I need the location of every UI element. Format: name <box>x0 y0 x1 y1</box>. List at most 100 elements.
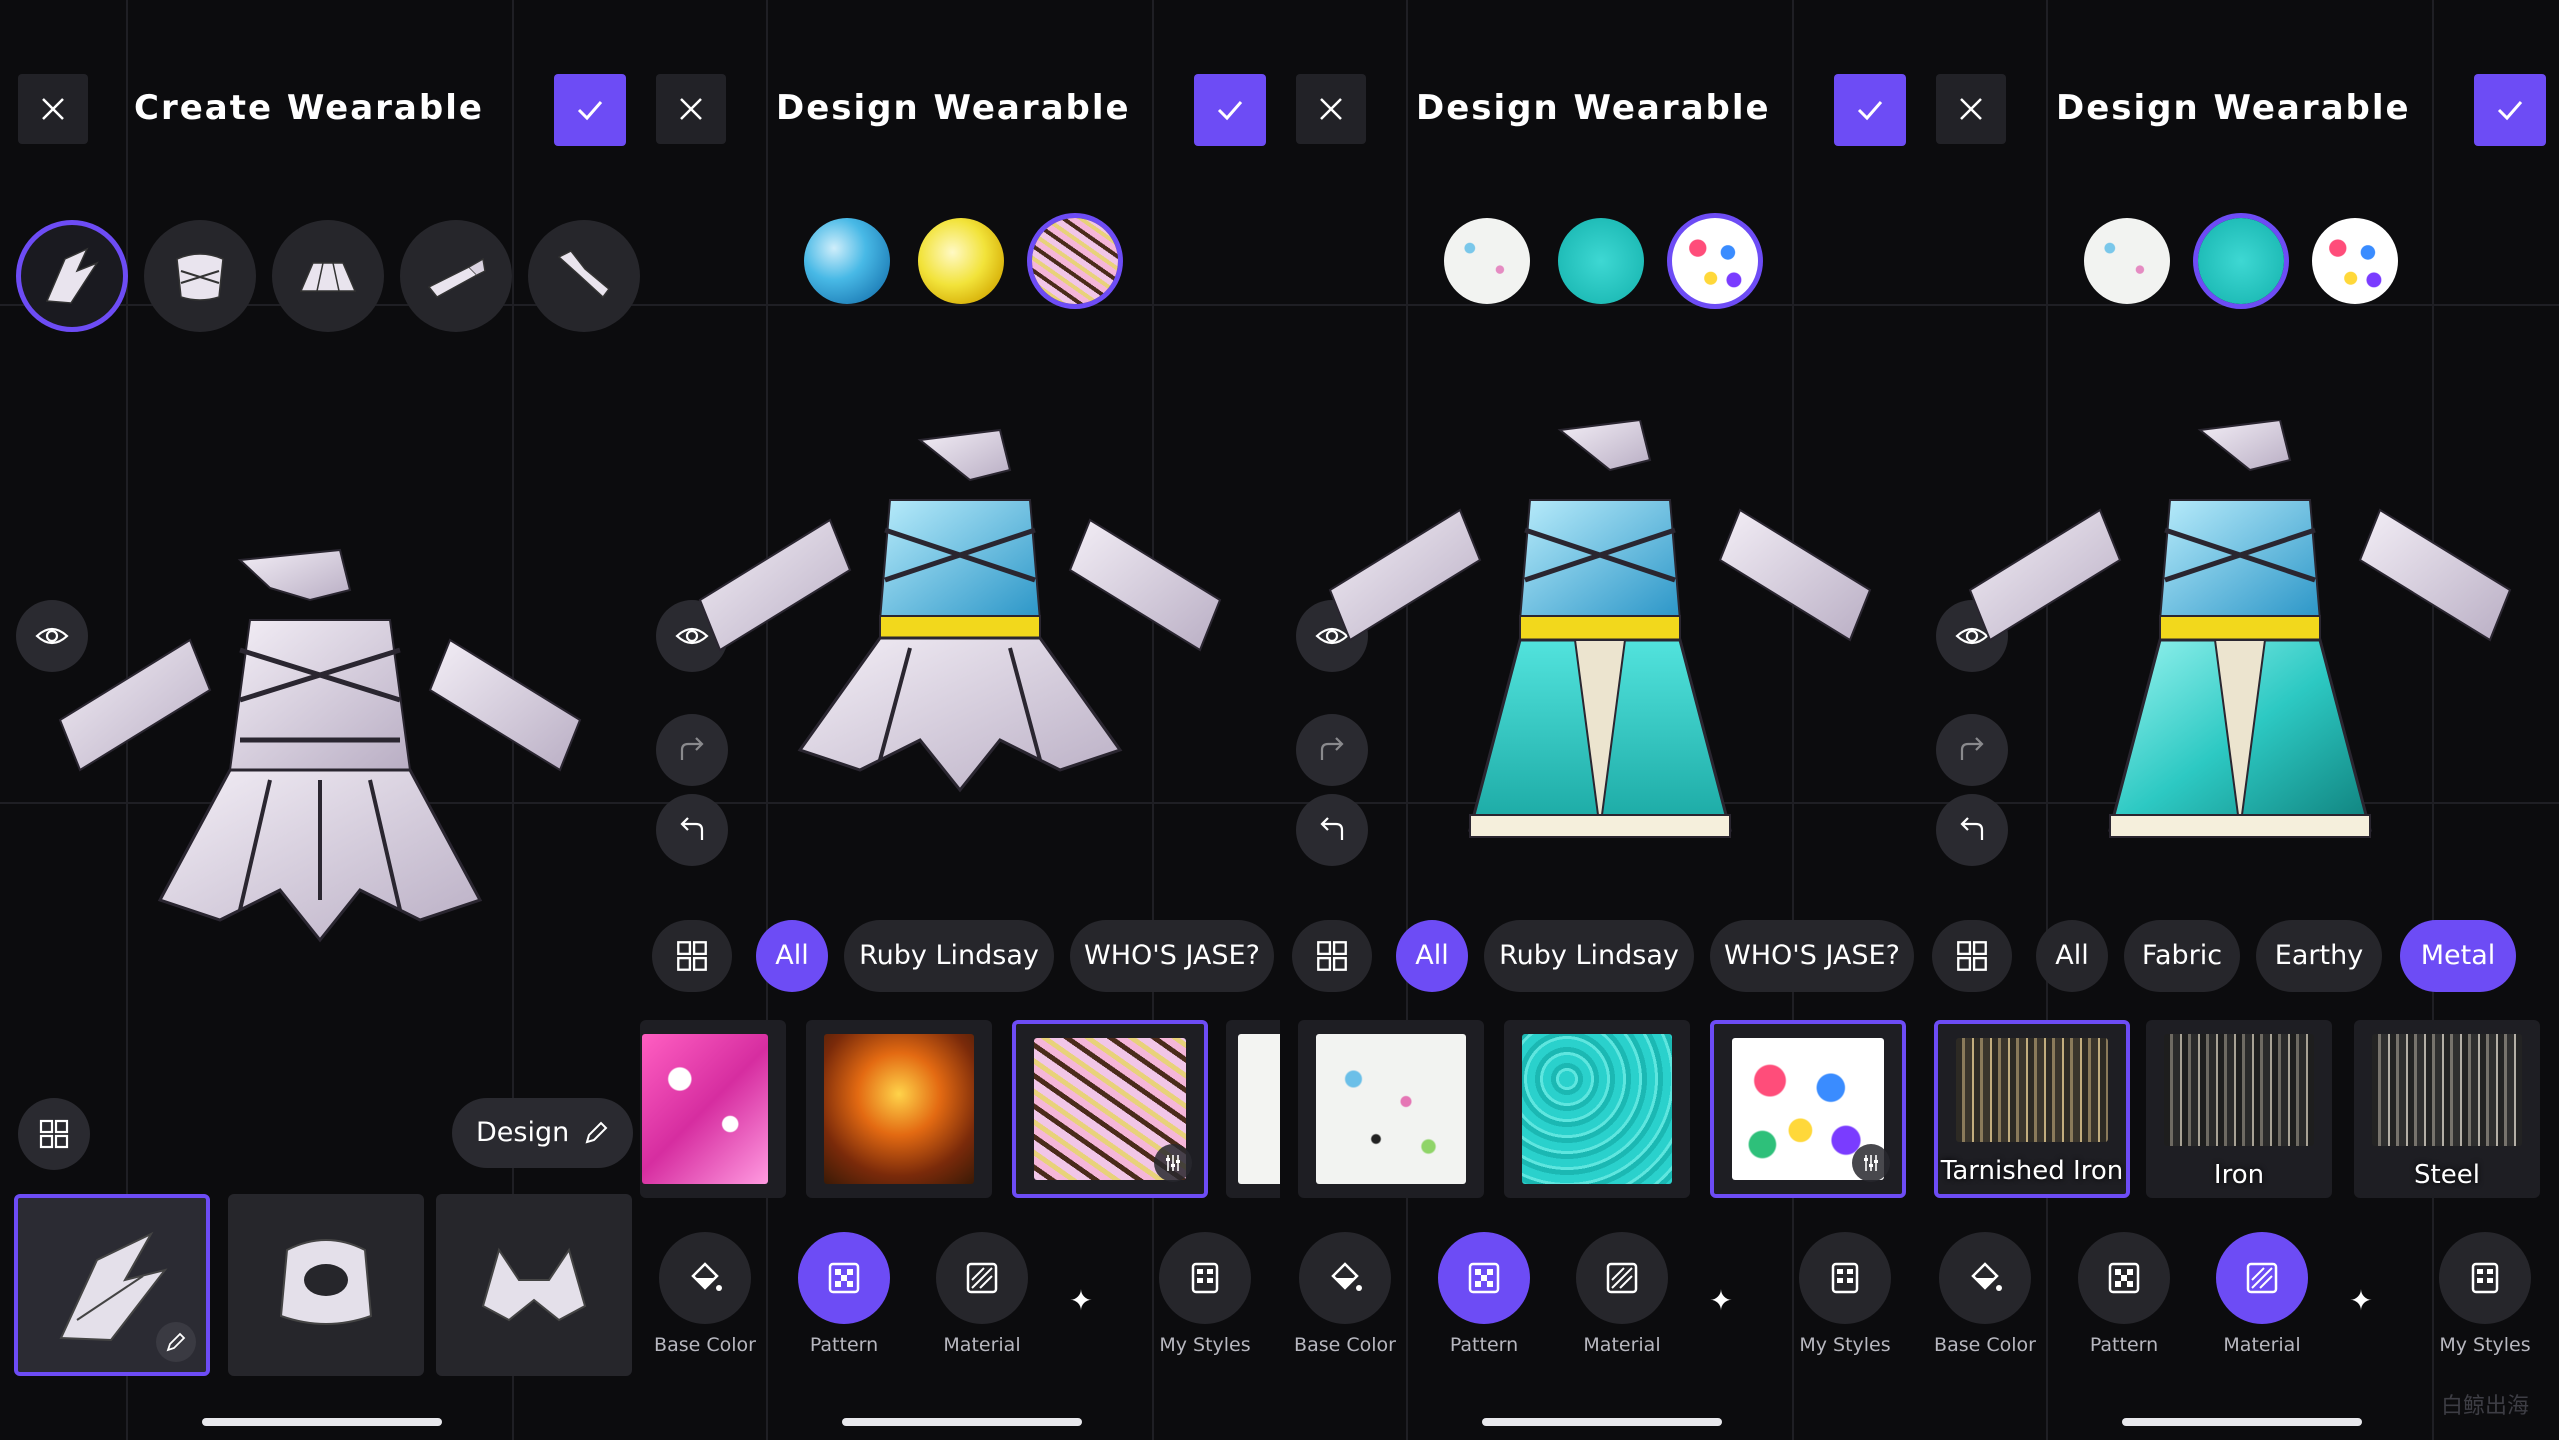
swatch-teal-leopard[interactable] <box>2198 218 2284 304</box>
mode-icon-wrap <box>2078 1232 2170 1324</box>
pattern-icon <box>828 1262 860 1294</box>
part-bodice[interactable] <box>228 1194 424 1376</box>
mode-my-styles[interactable]: My Styles <box>1785 1232 1905 1356</box>
chip-all[interactable]: All <box>1396 920 1468 992</box>
mode-label: Pattern <box>1449 1334 1519 1356</box>
confirm-button[interactable] <box>1834 74 1906 146</box>
mode-icon-wrap <box>2216 1232 2308 1324</box>
swatch-pink-tiger[interactable] <box>1032 218 1118 304</box>
pattern-thumb[interactable] <box>1298 1020 1484 1198</box>
piece-skirt[interactable] <box>272 220 384 332</box>
mode-label: My Styles <box>2439 1334 2531 1356</box>
bodice-part-icon <box>279 1239 373 1325</box>
pattern-thumb[interactable] <box>806 1020 992 1198</box>
mode-label: Base Color <box>1294 1334 1396 1356</box>
swatch-yellow-marble[interactable] <box>918 218 1004 304</box>
mode-my-styles[interactable]: My Styles <box>1145 1232 1265 1356</box>
material-icon <box>966 1262 998 1294</box>
material-label: Iron <box>2213 1160 2265 1190</box>
pattern-thumb[interactable] <box>640 1020 786 1198</box>
filter-grid-button[interactable] <box>652 920 732 992</box>
mode-base-color[interactable]: Base Color <box>645 1232 765 1356</box>
material-tarnished-iron[interactable]: Tarnished Iron <box>1934 1020 2130 1198</box>
pattern-thumb-selected[interactable] <box>1710 1020 1906 1198</box>
close-button[interactable] <box>18 74 88 144</box>
mode-pattern[interactable]: Pattern <box>784 1232 904 1356</box>
pattern-icon <box>1468 1262 1500 1294</box>
grid-icon <box>677 941 707 971</box>
adjust-pattern-button[interactable] <box>1154 1144 1192 1182</box>
page-title: Design Wearable <box>2056 88 2411 128</box>
grid-icon <box>1317 941 1347 971</box>
steel-swatch <box>2372 1034 2522 1146</box>
chip-ruby-lindsay[interactable]: Ruby Lindsay <box>1484 920 1694 992</box>
mode-my-styles[interactable]: My Styles <box>2425 1232 2545 1356</box>
sliders-icon <box>1864 1155 1878 1171</box>
chip-all[interactable]: All <box>2036 920 2108 992</box>
swatch-flower-print[interactable] <box>1672 218 1758 304</box>
adjust-pattern-button[interactable] <box>1852 1144 1890 1182</box>
part-dress[interactable] <box>14 1194 210 1376</box>
mode-material[interactable]: Material <box>922 1232 1042 1356</box>
design-wearable-panel-3: Design Wearable All Fabric Earthy Metal <box>1920 0 2559 1440</box>
piece-bow[interactable] <box>528 220 640 332</box>
swatch-blue-marble[interactable] <box>804 218 890 304</box>
material-label: Tarnished Iron <box>1940 1156 2124 1186</box>
styles-icon <box>1831 1262 1859 1294</box>
grid-icon <box>39 1119 69 1149</box>
mode-icon-wrap <box>798 1232 890 1324</box>
piece-full-dress[interactable] <box>16 220 128 332</box>
chip-earthy[interactable]: Earthy <box>2256 920 2382 992</box>
design-button[interactable]: Design <box>452 1098 634 1168</box>
sparkle-icon: ✦ <box>1709 1284 1733 1317</box>
paint-bucket-icon <box>1971 1262 2002 1291</box>
styles-icon <box>2471 1262 2499 1294</box>
edit-part-button[interactable] <box>156 1322 196 1362</box>
piece-bodice[interactable] <box>144 220 256 332</box>
pattern-thumb[interactable] <box>1226 1020 1280 1198</box>
chip-all[interactable]: All <box>756 920 828 992</box>
swatch-teal-leopard[interactable] <box>1558 218 1644 304</box>
chip-whos-jase[interactable]: WHO'S JASE? <box>1070 920 1274 992</box>
bow-piece-icon <box>557 250 611 299</box>
material-iron[interactable]: Iron <box>2146 1020 2332 1198</box>
paint-bucket-icon <box>691 1262 722 1291</box>
pattern-thumb[interactable] <box>1504 1020 1690 1198</box>
watermark: 白鲸出海 <box>2440 1394 2529 1419</box>
sparkle-icon: ✦ <box>1069 1284 1093 1317</box>
confirm-button[interactable] <box>554 74 626 146</box>
swatch-white-doodle[interactable] <box>2084 218 2170 304</box>
mode-label: My Styles <box>1159 1334 1251 1356</box>
close-button[interactable] <box>1296 74 1366 144</box>
design-wearable-panel-2: Design Wearable All Ruby Lindsay WHO'S J… <box>1280 0 1920 1440</box>
swatch-flower-print[interactable] <box>2312 218 2398 304</box>
mode-base-color[interactable]: Base Color <box>1925 1232 2045 1356</box>
material-steel[interactable]: Steel <box>2354 1020 2540 1198</box>
wearable-preview <box>1328 420 1872 838</box>
confirm-button[interactable] <box>1194 74 1266 146</box>
chip-metal[interactable]: Metal <box>2400 920 2516 992</box>
mode-pattern[interactable]: Pattern <box>2064 1232 2184 1356</box>
mode-material[interactable]: Material <box>2202 1232 2322 1356</box>
close-button[interactable] <box>1936 74 2006 144</box>
page-title: Design Wearable <box>776 88 1131 128</box>
chip-fabric[interactable]: Fabric <box>2124 920 2240 992</box>
design-wearable-panel-1: Design Wearable All Ruby Lindsay WHO'S J… <box>640 0 1280 1440</box>
mode-base-color[interactable]: Base Color <box>1285 1232 1405 1356</box>
pattern-thumb-selected[interactable] <box>1012 1020 1208 1198</box>
close-icon <box>1320 98 1342 120</box>
chip-ruby-lindsay[interactable]: Ruby Lindsay <box>844 920 1054 992</box>
mode-pattern[interactable]: Pattern <box>1424 1232 1544 1356</box>
mode-material[interactable]: Material <box>1562 1232 1682 1356</box>
grid-view-button[interactable] <box>18 1098 90 1170</box>
close-button[interactable] <box>656 74 726 144</box>
chip-whos-jase[interactable]: WHO'S JASE? <box>1710 920 1914 992</box>
part-straps[interactable] <box>436 1194 632 1376</box>
piece-sleeve[interactable] <box>400 220 512 332</box>
swatch-white-doodle[interactable] <box>1444 218 1530 304</box>
mode-label: Material <box>943 1334 1021 1356</box>
filter-grid-button[interactable] <box>1932 920 2012 992</box>
confirm-button[interactable] <box>2474 74 2546 146</box>
wearable-preview <box>698 428 1222 793</box>
filter-grid-button[interactable] <box>1292 920 1372 992</box>
